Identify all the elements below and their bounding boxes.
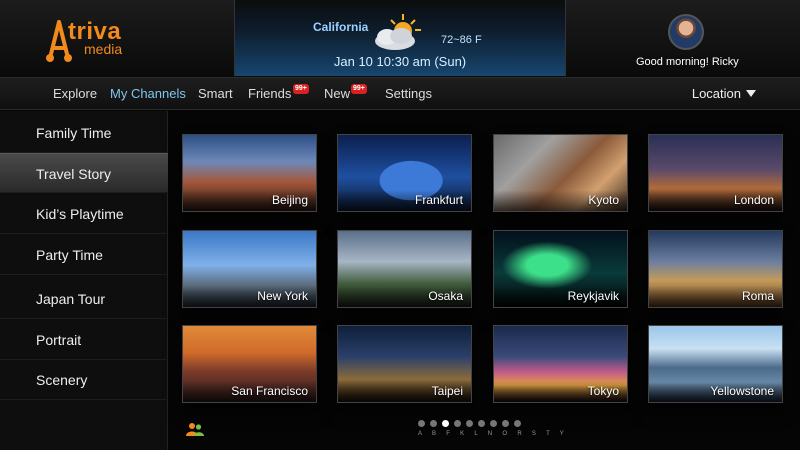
nav-explore[interactable]: Explore [53,86,97,101]
tile-label: Reykjavik [567,289,619,303]
tile-label: Kyoto [588,193,619,207]
tile-label: Roma [741,289,774,303]
tile-label: Yellowstone [710,384,774,398]
sidebar-item-kids-playtime[interactable]: Kid’s Playtime [0,194,168,234]
logo[interactable]: triva media [46,14,156,64]
nav-my-channels[interactable]: My Channels [110,86,186,101]
sidebar-item-family-time[interactable]: Family Time [0,113,168,153]
channel-tile-beijing[interactable]: Beijing [182,134,317,212]
user-panel[interactable]: Good morning! Ricky [636,10,790,70]
new-count-badge: 99+ [351,84,367,94]
nav-new[interactable]: New [324,86,350,101]
tile-label: San Francisco [231,384,308,398]
friends-count-badge: 99+ [293,84,309,94]
sidebar-item-scenery[interactable]: Scenery [0,360,168,400]
channel-tile-london[interactable]: London [648,134,783,212]
channel-tile-kyoto[interactable]: Kyoto [493,134,628,212]
nav-settings[interactable]: Settings [385,86,432,101]
tile-label: Frankfurt [414,193,463,207]
weather-panel[interactable]: California 72~86 F Jan 10 10:30 am (Sun) [234,0,566,76]
channel-tile-san-francisco[interactable]: San Francisco [182,325,317,403]
sidebar-item-travel-story[interactable]: Travel Story [0,153,168,193]
page-dot-active[interactable] [442,420,449,427]
location-label: Location [691,86,741,101]
tile-label: Osaka [428,289,463,303]
channel-tile-osaka[interactable]: Osaka [337,230,472,308]
weather-datetime: Jan 10 10:30 am (Sun) [333,54,467,69]
sidebar-item-party-time[interactable]: Party Time [0,235,168,275]
channel-tile-reykjavik[interactable]: Reykjavik [493,230,628,308]
channel-tile-taipei[interactable]: Taipei [337,325,472,403]
tile-label: Taipei [431,384,463,398]
friends-icon[interactable] [186,422,204,436]
channel-tile-tokyo[interactable]: Tokyo [493,325,628,403]
page-dot[interactable] [454,420,461,427]
top-nav: Explore My Channels Smart Friends 99+ Ne… [0,78,800,110]
channel-tile-yellowstone[interactable]: Yellowstone [648,325,783,403]
channel-tile-roma[interactable]: Roma [648,230,783,308]
page-dot[interactable] [418,420,425,427]
tile-label: Beijing [271,193,308,207]
channel-tile-frankfurt[interactable]: Frankfurt [337,134,472,212]
header: triva media California 72~86 F Jan 10 10… [0,0,800,78]
logo-subtext: media [84,41,123,57]
sidebar-item-portrait[interactable]: Portrait [0,320,168,360]
greeting: Good morning! Ricky [636,56,739,68]
location-dropdown[interactable]: Location [692,86,756,101]
sun-cloud-icon [375,14,421,50]
chevron-down-icon [746,90,756,97]
nav-friends[interactable]: Friends [248,86,291,101]
page-index-letters: A B F K L N O R S T Y [418,431,569,437]
page-dot[interactable] [514,420,521,427]
sidebar-item-japan-tour[interactable]: Japan Tour [0,279,168,319]
weather-temperature: 72~86 F [441,34,482,46]
channel-tile-new-york[interactable]: New York [182,230,317,308]
page-dot[interactable] [430,420,437,427]
tile-label: London [733,193,774,207]
page-dot[interactable] [466,420,473,427]
weather-location: California [313,20,369,34]
nav-smart[interactable]: Smart [198,86,233,101]
page-dot[interactable] [502,420,509,427]
page-dot[interactable] [478,420,485,427]
avatar[interactable] [668,14,704,50]
page-dot[interactable] [490,420,497,427]
tile-label: Tokyo [587,384,619,398]
tile-label: New York [257,289,308,303]
sidebar: Family Time Travel Story Kid’s Playtime … [0,111,168,450]
